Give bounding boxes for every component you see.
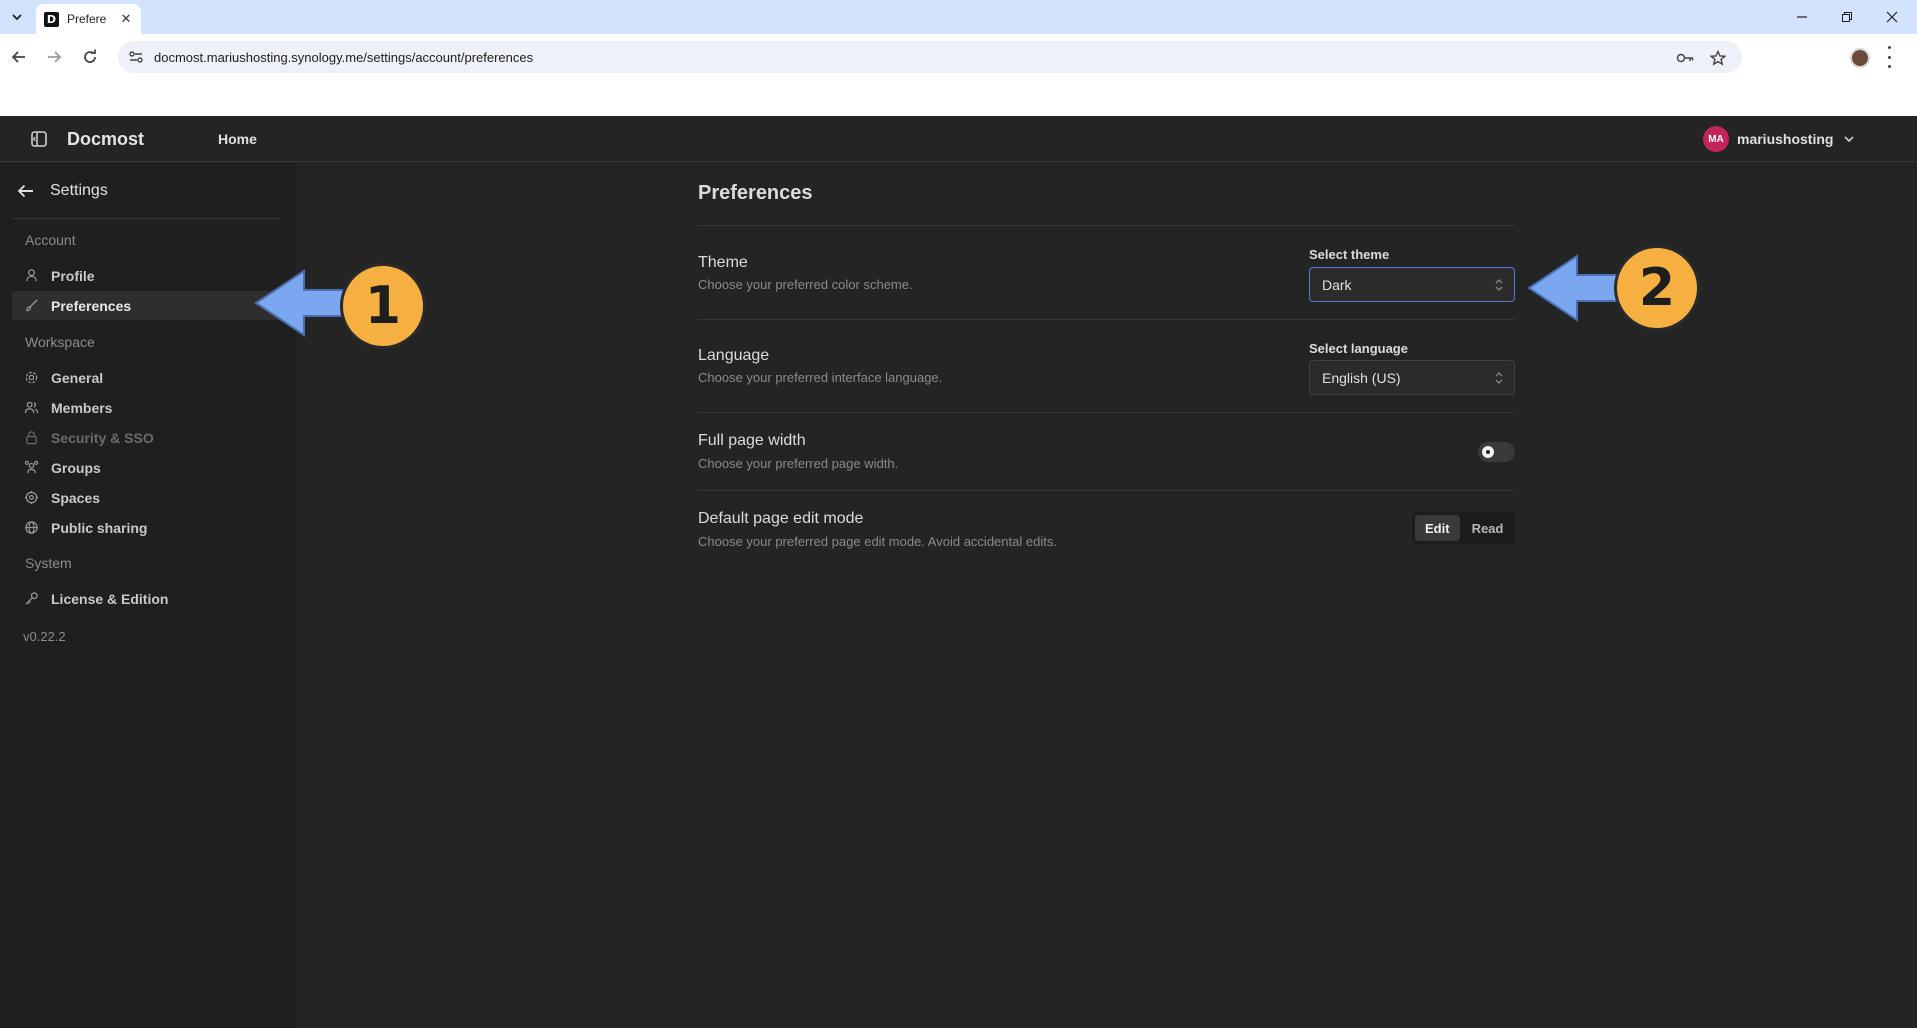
close-icon — [1886, 11, 1898, 23]
lock-icon — [26, 431, 37, 445]
forward-button[interactable] — [40, 43, 68, 71]
divider — [698, 412, 1515, 413]
sidebar-divider — [12, 218, 281, 219]
restore-icon — [1842, 12, 1852, 22]
theme-select-value: Dark — [1322, 276, 1352, 293]
language-select-value: English (US) — [1322, 369, 1401, 386]
spaces-icon — [24, 490, 39, 505]
sidebar-item-label: Spaces — [51, 489, 101, 506]
browser-tab[interactable]: D Prefere ✕ — [36, 4, 141, 34]
arrow-left-icon — [17, 184, 33, 198]
sidebar-item-spaces[interactable]: Spaces — [12, 483, 294, 512]
edit-mode-description: Choose your preferred page edit mode. Av… — [698, 534, 1057, 549]
gear-icon — [25, 371, 38, 384]
app-logo-text[interactable]: Docmost — [67, 129, 144, 150]
theme-select[interactable]: Dark — [1309, 267, 1515, 302]
arrow-right-icon — [48, 51, 62, 63]
edit-mode-segmented-control: Edit Read — [1412, 512, 1515, 544]
full-width-label: Full page width — [698, 432, 806, 449]
edit-mode-label: Default page edit mode — [698, 510, 864, 527]
sidebar-item-label: Security & SSO — [51, 429, 154, 446]
annotation-badge-2: 2 — [1614, 245, 1700, 331]
sidebar-item-public-sharing[interactable]: Public sharing — [12, 513, 294, 542]
home-link[interactable]: Home — [218, 131, 257, 147]
docmost-favicon-icon: D — [44, 11, 59, 27]
section-title-account: Account — [25, 232, 76, 248]
sidebar-item-label: General — [51, 369, 104, 386]
sidebar-item-license[interactable]: License & Edition — [12, 584, 294, 613]
user-icon — [26, 269, 37, 282]
edit-mode-option-read[interactable]: Read — [1462, 515, 1514, 541]
language-description: Choose your preferred interface language… — [698, 370, 943, 385]
settings-back-button[interactable]: Settings — [16, 181, 108, 201]
brush-icon — [26, 299, 38, 312]
sidebar-item-label: Public sharing — [51, 519, 148, 536]
sidebar-item-label: Preferences — [51, 297, 132, 314]
theme-label: Theme — [698, 254, 748, 271]
site-settings-icon[interactable] — [128, 49, 144, 65]
select-language-label: Select language — [1309, 341, 1408, 356]
sidebar-item-label: Groups — [51, 459, 101, 476]
avatar: MA — [1703, 126, 1729, 152]
edit-mode-option-edit[interactable]: Edit — [1415, 515, 1460, 541]
annotation-arrow-1-icon — [254, 269, 352, 337]
minimize-icon — [1797, 16, 1807, 18]
sidebar-item-label: Profile — [51, 267, 95, 284]
key-icon — [25, 592, 38, 605]
reload-icon — [84, 49, 96, 63]
toggle-knob — [1482, 446, 1494, 458]
chevron-down-icon — [1844, 136, 1855, 143]
bookmark-star-icon[interactable] — [1709, 49, 1727, 67]
minimize-window-button[interactable] — [1780, 0, 1824, 34]
app-version: v0.22.2 — [23, 629, 66, 644]
password-key-icon[interactable] — [1676, 49, 1694, 67]
divider — [698, 490, 1515, 491]
tab-title: Prefere — [67, 12, 107, 26]
groups-icon — [24, 460, 39, 474]
user-menu[interactable]: MA mariushosting — [1703, 126, 1857, 152]
back-button[interactable] — [5, 43, 33, 71]
divider — [698, 319, 1515, 320]
url-text: docmost.mariushosting.synology.me/settin… — [154, 50, 534, 65]
close-tab-icon[interactable]: ✕ — [119, 11, 133, 27]
divider — [698, 225, 1515, 226]
restore-window-button[interactable] — [1825, 0, 1869, 34]
tab-list-button[interactable] — [6, 6, 28, 28]
select-theme-label: Select theme — [1309, 247, 1390, 262]
section-title-workspace: Workspace — [25, 334, 95, 350]
sidebar-item-general[interactable]: General — [12, 363, 294, 392]
globe-icon — [25, 521, 38, 534]
browser-tab-bar: D Prefere ✕ — [0, 0, 1917, 34]
sidebar-item-groups[interactable]: Groups — [12, 453, 294, 482]
language-select[interactable]: English (US) — [1309, 360, 1515, 395]
chevron-down-icon — [12, 14, 22, 21]
select-arrows-icon — [1495, 279, 1503, 291]
sidebar-item-label: License & Edition — [51, 590, 169, 607]
page-title: Preferences — [698, 182, 813, 204]
browser-toolbar: docmost.mariushosting.synology.me/settin… — [0, 34, 1917, 116]
annotation-badge-1: 1 — [340, 263, 426, 349]
users-icon — [24, 401, 39, 414]
section-title-system: System — [25, 555, 72, 571]
annotation-arrow-2-icon — [1527, 254, 1625, 322]
select-arrows-icon — [1495, 372, 1503, 384]
app-header: Docmost Home MA mariushosting — [0, 116, 1917, 162]
sidebar-item-label: Members — [51, 399, 113, 416]
username: mariushosting — [1737, 131, 1834, 147]
full-width-description: Choose your preferred page width. — [698, 456, 899, 471]
browser-profile-avatar[interactable] — [1850, 48, 1870, 68]
reload-button[interactable] — [76, 43, 104, 71]
settings-title: Settings — [50, 182, 108, 199]
arrow-left-icon — [11, 51, 25, 63]
browser-menu-icon[interactable] — [1886, 46, 1892, 68]
close-window-button[interactable] — [1870, 0, 1914, 34]
address-bar[interactable]: docmost.mariushosting.synology.me/settin… — [118, 41, 1742, 73]
sidebar-item-security[interactable]: Security & SSO — [12, 423, 294, 452]
theme-description: Choose your preferred color scheme. — [698, 277, 913, 292]
sidebar-toggle-icon[interactable] — [30, 130, 48, 148]
full-width-toggle[interactable] — [1478, 442, 1515, 462]
language-label: Language — [698, 347, 770, 364]
sidebar-item-members[interactable]: Members — [12, 393, 294, 422]
